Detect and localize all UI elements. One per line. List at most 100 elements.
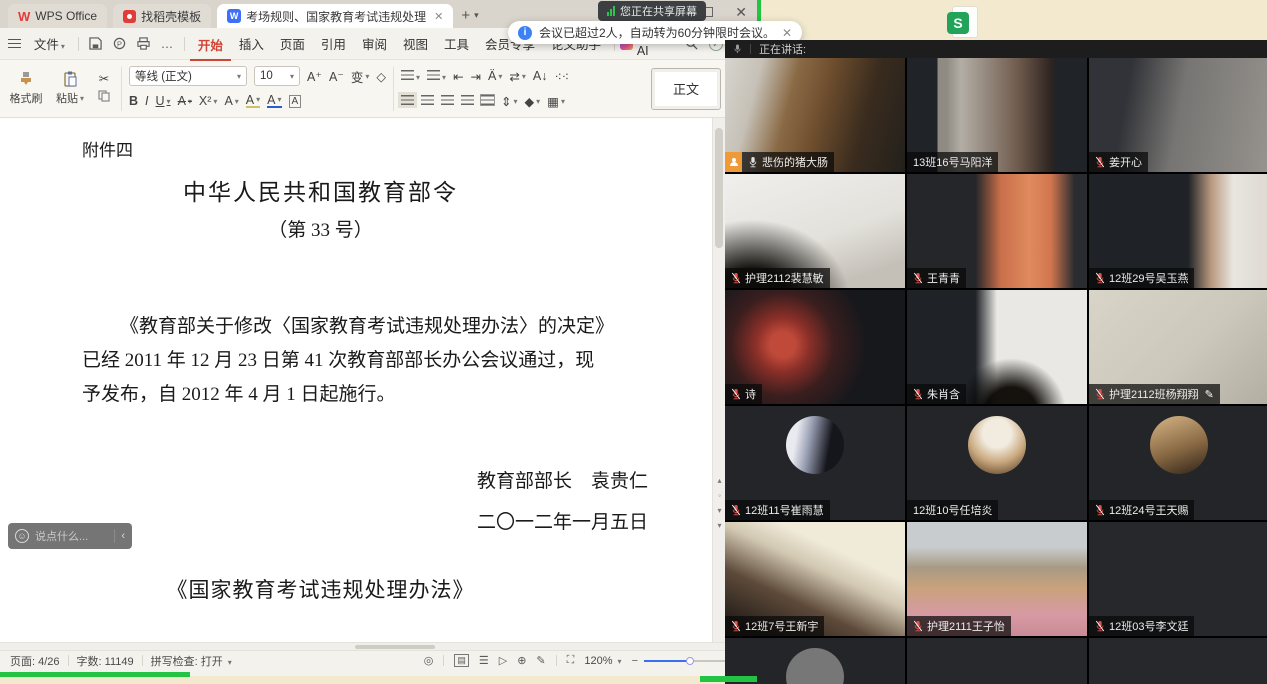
tab-current-document[interactable]: W 考场规则、国家教育考试违规处理 ✕	[217, 4, 453, 28]
participant-tile[interactable]: 姜开心	[1089, 58, 1267, 172]
paste-button[interactable]: 粘贴▾	[50, 64, 90, 114]
scroll-down-icon[interactable]: ▾	[717, 521, 721, 530]
bullet-list-button[interactable]: ▾	[401, 67, 420, 85]
font-size-select[interactable]: 10▾	[254, 66, 300, 86]
menu-item[interactable]: 插入	[231, 34, 272, 53]
text-direction-icon[interactable]: ⇄▾	[509, 69, 526, 84]
copy-icon[interactable]	[98, 89, 110, 107]
menu-file[interactable]: 文件▾	[26, 34, 73, 53]
close-tab-icon[interactable]: ✕	[434, 10, 443, 23]
vertical-scroll-thumb[interactable]	[715, 128, 723, 248]
text-outline-button[interactable]: A▾	[224, 94, 238, 108]
tab-docer-templates[interactable]: 找稻壳模板	[113, 4, 211, 28]
spellcheck-status[interactable]: 拼写检查: 打开 ▾	[151, 653, 232, 669]
next-page-icon[interactable]: ▾	[717, 506, 721, 515]
superscript-button[interactable]: X²▾	[199, 94, 218, 108]
participant-tile[interactable]: 护理2112裴慧敏	[725, 174, 905, 288]
font-color-button[interactable]: A▾	[267, 94, 281, 109]
menu-item[interactable]: 视图	[395, 34, 436, 53]
participant-tile[interactable]: 悲伤的猪大肠	[725, 58, 905, 172]
menu-item[interactable]: 开始	[190, 35, 231, 61]
edit-mode-icon[interactable]: ✎	[536, 654, 545, 667]
font-name-select[interactable]: 等线 (正文)▾	[129, 66, 247, 86]
cut-icon[interactable]: ✂	[99, 71, 109, 86]
participant-tile[interactable]: 13班16号马阳洋	[907, 58, 1087, 172]
new-tab-button[interactable]: +	[461, 7, 470, 24]
participant-tile[interactable]: 12班10号任培炎	[907, 406, 1087, 520]
tab-list-chevron-icon[interactable]: ▾	[474, 10, 479, 21]
collapse-chat-icon[interactable]: ‹	[121, 530, 125, 542]
participant-tile[interactable]: 朱肖含	[907, 290, 1087, 404]
participant-tile[interactable]: 12班11号崔雨慧	[725, 406, 905, 520]
italic-button[interactable]: I	[145, 94, 148, 108]
decrease-indent-icon[interactable]: ⇤	[453, 69, 463, 84]
character-border-button[interactable]: A	[289, 95, 302, 108]
meeting-chat-bubble[interactable]: ☺ 说点什么... ‹	[8, 523, 132, 549]
show-marks-icon[interactable]: ⁖⁖	[554, 69, 569, 84]
export-pdf-icon[interactable]: P	[112, 36, 128, 52]
horizontal-scrollbar[interactable]	[0, 642, 761, 650]
toast-close-icon[interactable]: ✕	[782, 26, 792, 40]
menu-item[interactable]: 引用	[313, 34, 354, 53]
participant-tile[interactable]: 12班29号吴玉燕	[1089, 174, 1267, 288]
emoji-icon[interactable]: ☺	[15, 529, 29, 543]
align-left-button[interactable]	[401, 92, 414, 110]
web-view-icon[interactable]: ⊕	[517, 654, 526, 667]
phonetic-guide-icon[interactable]: Ä▾	[488, 69, 502, 83]
number-list-button[interactable]: ▾	[427, 67, 446, 85]
participant-tile[interactable]: 12班7号王新宇	[725, 522, 905, 636]
format-painter-button[interactable]: 格式刷	[6, 64, 46, 114]
window-close-button[interactable]: ✕	[735, 4, 747, 21]
browse-object-icon[interactable]: ◦	[718, 491, 721, 500]
outline-view-icon[interactable]: ☰	[479, 654, 489, 667]
line-spacing-button[interactable]: ⇕▾	[501, 94, 518, 109]
word-count[interactable]: 字数: 11149	[77, 653, 134, 669]
desktop-spreadsheet-file-icon[interactable]: S	[952, 6, 978, 38]
eye-protect-icon[interactable]: ◎	[424, 654, 434, 667]
document-page[interactable]: 附件四 中华人民共和国教育部令 （第 33 号） 《教育部关于修改〈国家教育考试…	[0, 118, 761, 642]
sort-icon[interactable]: A↓	[533, 69, 548, 83]
distribute-button[interactable]	[481, 92, 494, 110]
page-indicator[interactable]: 页面: 4/26	[10, 653, 60, 669]
horizontal-scroll-thumb[interactable]	[355, 645, 435, 649]
bold-button[interactable]: B	[129, 94, 138, 108]
print-icon[interactable]	[135, 36, 151, 52]
borders-button[interactable]: ▦▾	[547, 94, 565, 109]
align-right-button[interactable]	[441, 92, 454, 110]
clear-format-icon[interactable]: ◇	[376, 69, 386, 84]
participant-tile[interactable]: 诗	[725, 290, 905, 404]
shading-button[interactable]: ◆▾	[525, 94, 541, 109]
page-view-icon[interactable]: ▤	[454, 654, 469, 667]
hamburger-icon[interactable]	[8, 39, 21, 48]
underline-button[interactable]: U▾	[156, 94, 171, 108]
paragraph-style-box[interactable]: 正文	[651, 68, 721, 110]
align-center-button[interactable]	[421, 92, 434, 110]
chat-input-placeholder[interactable]: 说点什么...	[35, 528, 108, 544]
fit-page-icon[interactable]: ⛶	[567, 654, 575, 667]
menu-item[interactable]: 页面	[272, 34, 313, 53]
participant-tile[interactable]: 12班03号李文廷	[1089, 522, 1267, 636]
save-icon[interactable]	[88, 36, 104, 52]
vertical-scrollbar[interactable]: ▴ ◦ ▾ ▾	[712, 118, 725, 642]
justify-button[interactable]	[461, 92, 474, 110]
more-commands-icon[interactable]: …	[159, 36, 175, 52]
strikethrough-button[interactable]: A▾	[178, 94, 192, 108]
grow-font-icon[interactable]: A⁺	[307, 69, 322, 84]
menu-item[interactable]: 审阅	[354, 34, 395, 53]
tab-wps-office[interactable]: W WPS Office	[8, 4, 107, 28]
shrink-font-icon[interactable]: A⁻	[329, 69, 344, 84]
menu-item[interactable]: 工具	[436, 34, 477, 53]
highlight-button[interactable]: A▾	[246, 94, 260, 109]
participant-tile[interactable]: 王青青	[907, 174, 1087, 288]
increase-indent-icon[interactable]: ⇥	[471, 69, 481, 84]
prev-page-icon[interactable]: ▴	[717, 476, 721, 485]
participant-tile[interactable]	[907, 638, 1087, 684]
participant-tile[interactable]: 护理2112班杨翔翔✎	[1089, 290, 1267, 404]
zoom-out-icon[interactable]: −	[632, 655, 638, 667]
participant-tile[interactable]	[1089, 638, 1267, 684]
zoom-knob[interactable]	[686, 657, 694, 665]
participant-tile[interactable]: 12班24号王天赐	[1089, 406, 1267, 520]
text-effects-icon[interactable]: 变▾	[351, 67, 370, 86]
zoom-level[interactable]: 120% ▾	[584, 655, 621, 667]
read-mode-icon[interactable]: ▷	[499, 654, 507, 667]
